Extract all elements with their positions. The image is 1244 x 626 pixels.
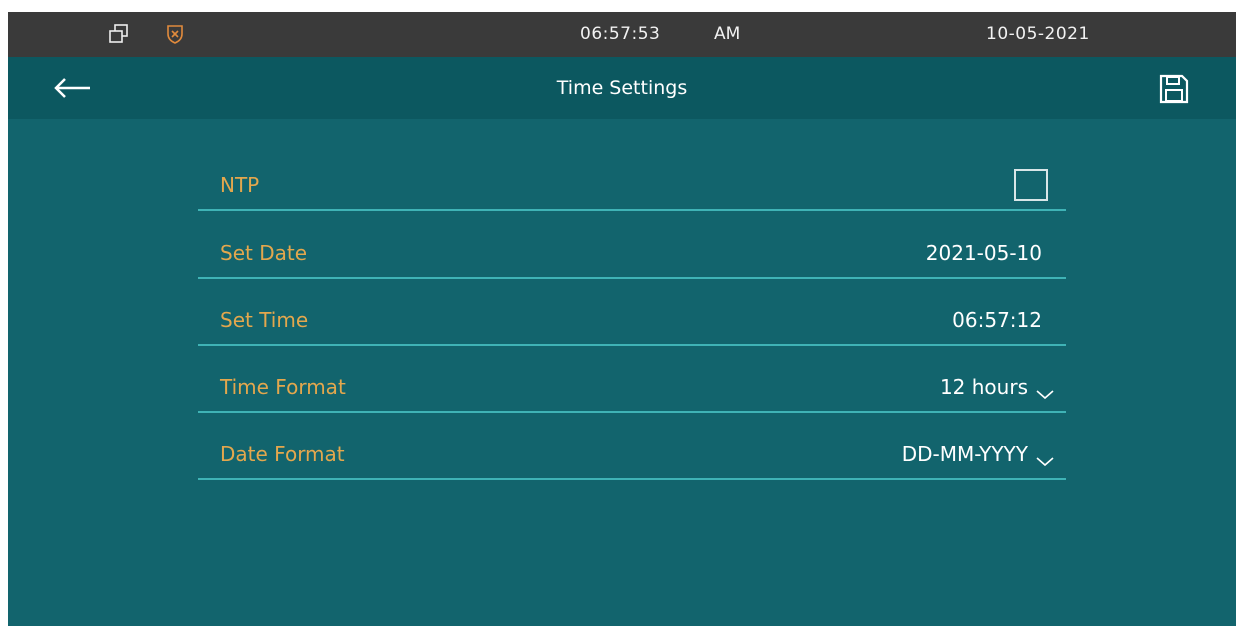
time-format-label: Time Format xyxy=(220,375,346,399)
set-time-row[interactable]: Set Time 06:57:12 xyxy=(198,276,1066,346)
time-format-row[interactable]: Time Format 12 hours xyxy=(198,343,1066,413)
status-time: 06:57:53 xyxy=(580,24,661,44)
page-title: Time Settings xyxy=(556,77,688,99)
chevron-down-icon xyxy=(1034,449,1056,466)
time-format-dropdown[interactable]: 12 hours xyxy=(940,375,1056,399)
set-date-label: Set Date xyxy=(220,241,308,265)
ntp-checkbox[interactable] xyxy=(1014,169,1048,201)
header-bar: Time Settings xyxy=(8,57,1236,119)
status-bar: 06:57:53 AM 10-05-2021 xyxy=(8,12,1236,57)
shield-alarm-icon xyxy=(164,23,186,45)
set-time-label: Set Time xyxy=(220,308,309,332)
chevron-down-icon xyxy=(1034,382,1056,399)
status-ampm: AM xyxy=(714,24,741,44)
save-icon[interactable] xyxy=(1158,73,1190,105)
windows-icon xyxy=(108,23,130,45)
status-date: 10-05-2021 xyxy=(986,24,1090,44)
date-format-label: Date Format xyxy=(220,442,345,466)
time-format-value: 12 hours xyxy=(939,375,1028,399)
set-date-value[interactable]: 2021-05-10 xyxy=(926,241,1042,265)
date-format-row[interactable]: Date Format DD-MM-YYYY xyxy=(198,410,1066,480)
set-time-value[interactable]: 06:57:12 xyxy=(952,308,1042,332)
set-date-row[interactable]: Set Date 2021-05-10 xyxy=(198,209,1066,279)
date-format-value: DD-MM-YYYY xyxy=(901,442,1028,466)
date-format-dropdown[interactable]: DD-MM-YYYY xyxy=(902,442,1056,466)
ntp-label: NTP xyxy=(220,173,260,197)
ntp-row: NTP xyxy=(198,141,1066,211)
screen: 06:57:53 AM 10-05-2021 Time Settings NTP… xyxy=(8,12,1236,626)
